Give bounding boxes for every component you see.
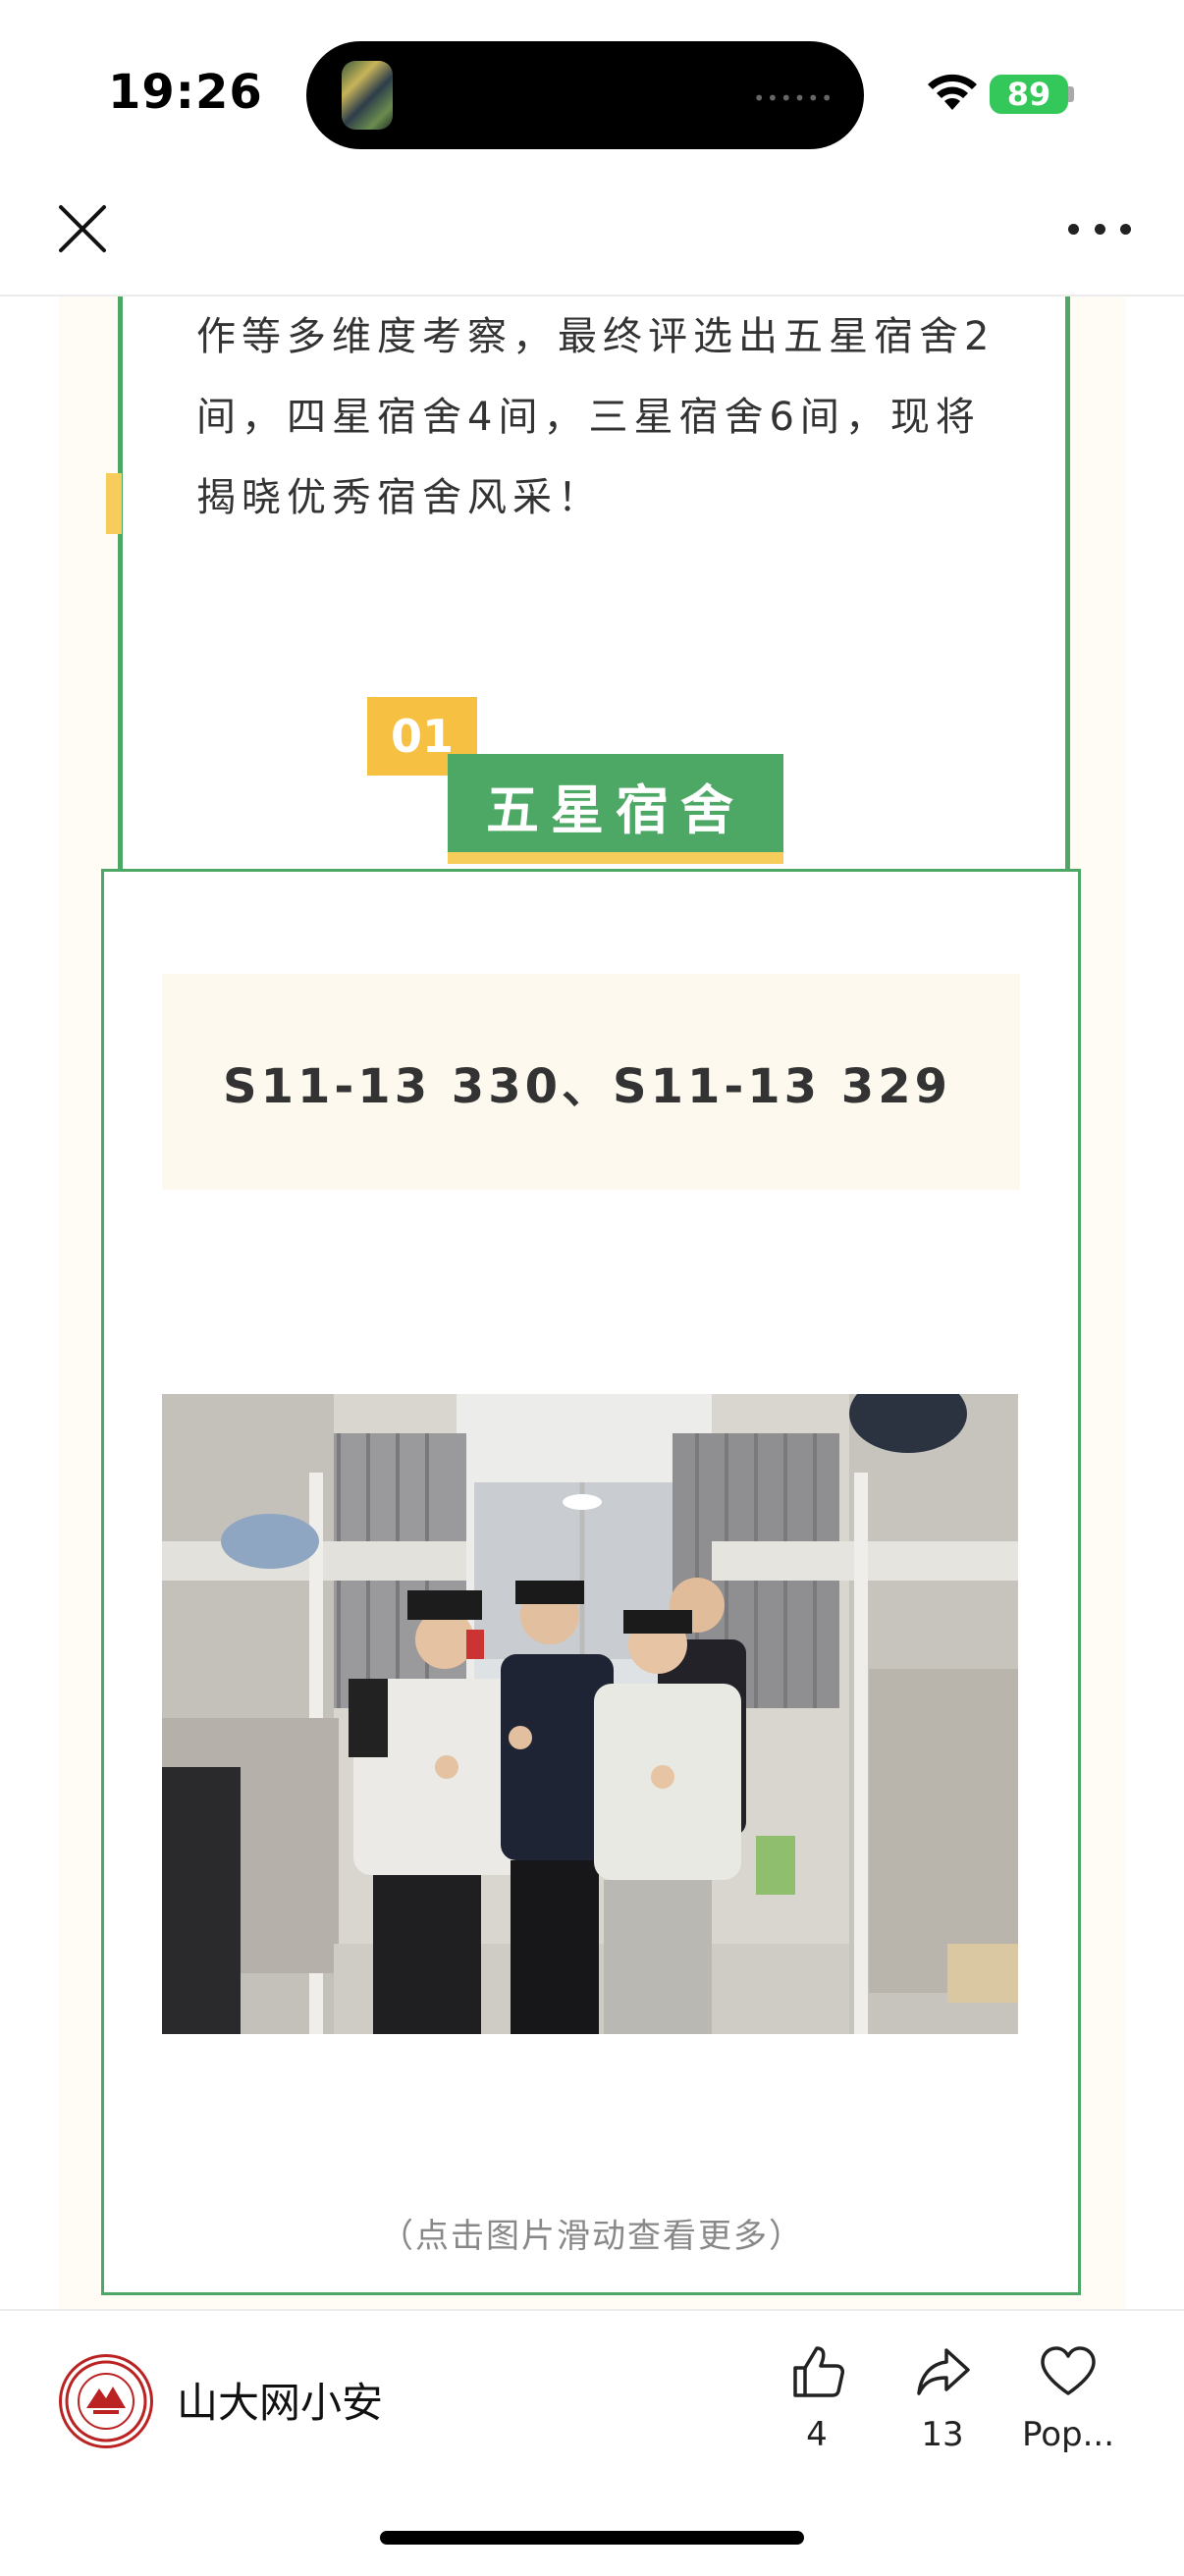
dorm-photo-image — [162, 1394, 1018, 2034]
home-indicator[interactable] — [380, 2531, 804, 2545]
more-dot — [1120, 223, 1131, 235]
university-logo-icon — [65, 2360, 147, 2442]
status-bar: 19:26 •••••• 89 — [0, 0, 1184, 182]
account-avatar[interactable] — [59, 2354, 153, 2448]
now-playing-thumbnail — [342, 61, 393, 130]
battery-tip — [1068, 86, 1074, 102]
status-time: 19:26 — [108, 65, 263, 120]
photo-hint: （点击图片滑动查看更多） — [380, 2217, 804, 2256]
account-name[interactable]: 山大网小安 — [177, 2370, 383, 2430]
dynamic-island: •••••• — [306, 41, 864, 149]
favorite-label: Pop... — [1021, 2415, 1115, 2454]
intro-line: 作等多维度考察，最终评选出五星宿舍2 — [196, 314, 996, 359]
share-button[interactable]: 13 — [884, 2342, 1001, 2454]
intro-accent-bar — [106, 473, 122, 534]
room-numbers: S11-13 330、S11-13 329 — [223, 1059, 951, 1114]
favorite-button[interactable]: Pop... — [1009, 2342, 1127, 2454]
more-icon[interactable] — [1068, 214, 1131, 243]
intro-paragraph: 作等多维度考察，最终评选出五星宿舍2 间，四星宿舍4间，三星宿舍6间，现将 揭晓… — [196, 296, 1001, 538]
article-content[interactable]: 作等多维度考察，最终评选出五星宿舍2 间，四星宿舍4间，三星宿舍6间，现将 揭晓… — [0, 296, 1184, 2309]
thumbs-up-icon — [793, 2346, 844, 2397]
share-icon — [917, 2348, 970, 2395]
dorm-photo[interactable] — [162, 1394, 1018, 2034]
wifi-icon — [928, 74, 977, 110]
heart-icon — [1041, 2346, 1096, 2395]
like-count: 4 — [806, 2415, 828, 2454]
close-icon[interactable] — [55, 201, 110, 256]
intro-line: 揭晓优秀宿舍风采！ — [196, 475, 603, 520]
intro-line: 间，四星宿舍4间，三星宿舍6间，现将 — [196, 395, 981, 440]
like-button[interactable]: 4 — [758, 2342, 876, 2454]
share-count: 13 — [921, 2415, 964, 2454]
more-dot — [1068, 223, 1079, 235]
island-indicator-icon: •••••• — [753, 86, 834, 110]
room-number-box: S11-13 330、S11-13 329 — [162, 974, 1020, 1190]
battery-icon: 89 — [990, 75, 1068, 114]
section-title-underline — [448, 852, 783, 864]
more-dot — [1094, 223, 1105, 235]
battery-level: 89 — [1006, 76, 1051, 113]
section-title: 五星宿舍 — [448, 754, 783, 856]
